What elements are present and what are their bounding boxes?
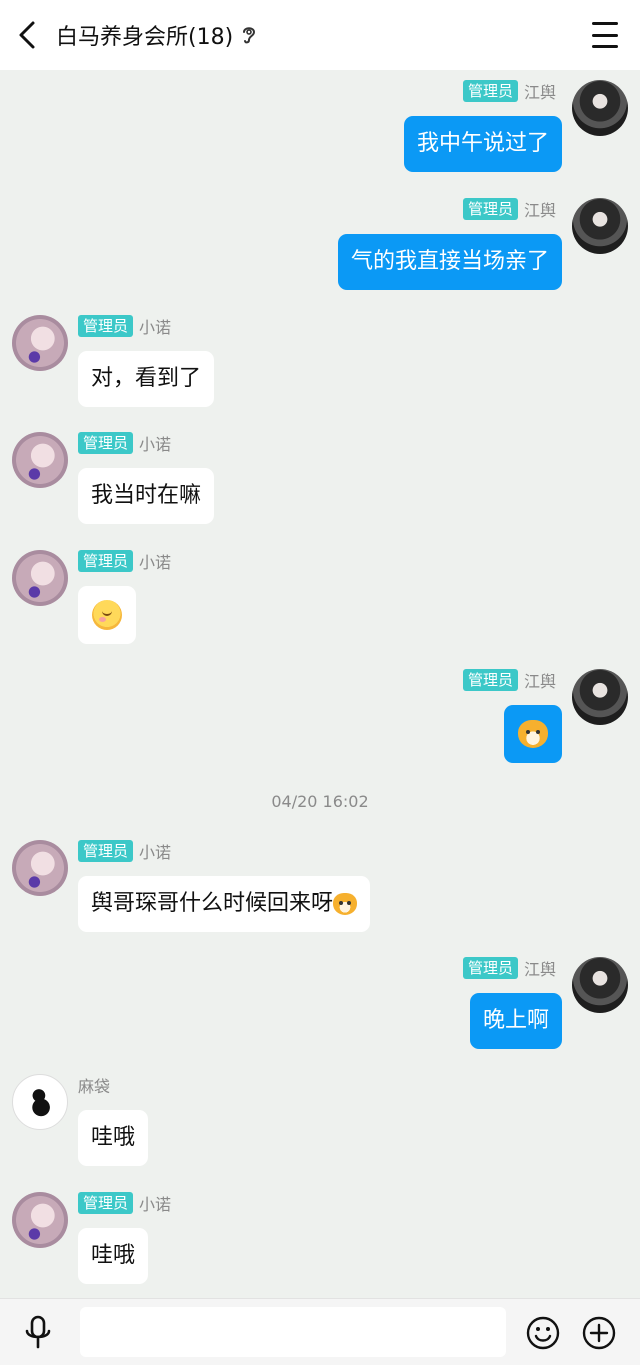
message-bubble[interactable]: 气的我直接当场亲了 [337,234,562,290]
avatar[interactable] [572,80,628,136]
message-bubble[interactable]: 对，看到了 [78,351,215,407]
plus-circle-icon [582,1316,616,1350]
message-meta: 管理员 江舆 [462,669,556,691]
menu-button[interactable] [592,22,618,48]
message-meta: 管理员 小诺 [78,432,171,454]
avatar[interactable] [12,432,68,488]
microphone-icon [25,1315,51,1349]
avatar[interactable] [12,550,68,606]
menu-icon-line [592,33,618,37]
admin-badge: 管理员 [78,432,134,454]
sender-name: 江舆 [523,201,556,220]
tiger-face-emoji [333,893,358,915]
ear-icon [241,24,259,46]
back-button[interactable] [10,17,44,53]
message-input[interactable] [80,1307,506,1357]
sender-name: 小诺 [139,553,172,572]
message-text: 舆哥琛哥什么时候回来呀 [91,891,334,916]
sender-name: 小诺 [139,318,172,337]
message-bubble[interactable]: 我中午说过了 [403,116,562,172]
sender-name: 江舆 [523,672,556,691]
avatar[interactable] [12,315,68,371]
admin-badge: 管理员 [78,550,134,572]
message-meta: 管理员 江舆 [462,198,556,220]
menu-icon-line [592,22,618,25]
admin-badge: 管理员 [462,957,518,979]
avatar[interactable] [572,957,628,1013]
timestamp: 04/20 16:02 [271,792,369,811]
message-bubble[interactable]: 哇哦 [78,1110,149,1166]
admin-badge: 管理员 [462,669,518,691]
admin-badge: 管理员 [462,80,518,102]
message-bubble[interactable]: 我当时在嘛 [78,468,215,524]
sender-name: 小诺 [139,435,172,454]
message-meta: 管理员 小诺 [78,315,171,337]
more-button[interactable] [582,1316,616,1350]
admin-badge: 管理员 [462,198,518,220]
message-meta: 管理员 小诺 [78,550,171,572]
avatar[interactable] [12,1074,68,1130]
title-group[interactable]: 白马养身会所(18) [56,18,259,52]
message-bubble[interactable]: 哇哦 [78,1228,149,1284]
sender-name: 江舆 [523,960,556,979]
sender-name: 麻袋 [78,1077,111,1096]
tiger-face-emoji [518,720,548,748]
sender-name: 小诺 [139,843,172,862]
message-bubble[interactable]: 舆哥琛哥什么时候回来呀 [78,876,371,932]
message-bubble[interactable] [504,705,562,763]
emoji-button[interactable] [526,1316,560,1350]
menu-icon-line [592,45,618,48]
message-bubble[interactable] [78,586,136,644]
avatar[interactable] [12,840,68,896]
chat-header: 白马养身会所(18) [0,0,640,70]
admin-badge: 管理员 [78,1192,134,1214]
message-meta: 麻袋 [78,1074,110,1096]
avatar[interactable] [572,669,628,725]
message-meta: 管理员 江舆 [462,957,556,979]
blushing-face-emoji [92,600,122,630]
chat-title: 白马养身会所(18) [56,25,234,50]
admin-badge: 管理员 [78,315,134,337]
avatar[interactable] [572,198,628,254]
sender-name: 小诺 [139,1195,172,1214]
avatar[interactable] [12,1192,68,1248]
voice-button[interactable] [22,1315,54,1351]
admin-badge: 管理员 [78,840,134,862]
sender-name: 江舆 [523,83,556,102]
chevron-left-icon [19,21,35,49]
smiley-icon [526,1316,560,1350]
message-meta: 管理员 小诺 [78,840,171,862]
message-meta: 管理员 江舆 [462,80,556,102]
message-bubble[interactable]: 晚上啊 [469,993,562,1049]
message-meta: 管理员 小诺 [78,1192,171,1214]
input-bar [0,1298,640,1365]
